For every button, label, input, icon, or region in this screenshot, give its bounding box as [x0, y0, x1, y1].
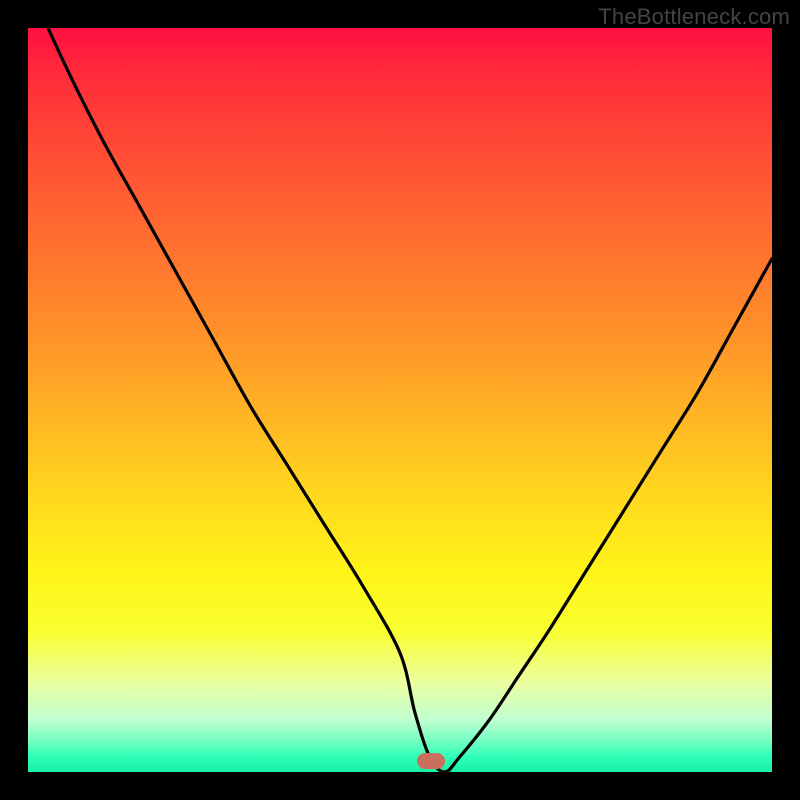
- plot-area: [28, 28, 772, 772]
- curve-layer: [28, 28, 772, 772]
- watermark-text: TheBottleneck.com: [598, 4, 790, 30]
- optimum-marker: [417, 753, 445, 769]
- chart-frame: TheBottleneck.com: [0, 0, 800, 800]
- bottleneck-curve: [28, 28, 772, 772]
